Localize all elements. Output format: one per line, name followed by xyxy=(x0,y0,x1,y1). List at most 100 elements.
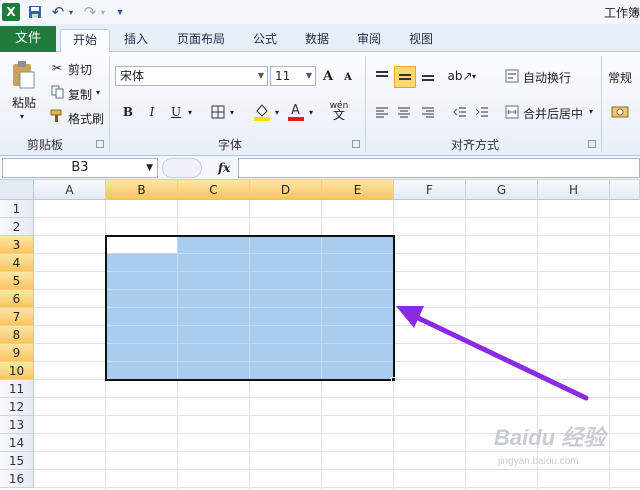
italic-button[interactable]: I xyxy=(142,102,162,122)
grow-font-icon[interactable]: A xyxy=(320,66,336,86)
wrap-text-icon[interactable] xyxy=(504,68,520,84)
row-header-13[interactable]: 13 xyxy=(0,416,34,434)
row-header-14[interactable]: 14 xyxy=(0,434,34,452)
orientation-dropdown-icon[interactable]: ▾ xyxy=(470,68,478,84)
redo-dropdown-icon[interactable]: ▾ xyxy=(99,3,107,21)
svg-text:A: A xyxy=(291,103,300,118)
alignment-launcher-icon[interactable] xyxy=(588,140,596,148)
align-middle-icon[interactable] xyxy=(394,66,416,88)
tab-insert[interactable]: 插入 xyxy=(116,29,156,52)
tab-page-layout[interactable]: 页面布局 xyxy=(168,29,234,52)
group-separator xyxy=(601,56,602,152)
cut-button[interactable]: 剪切 xyxy=(68,61,92,78)
font-name-combo[interactable]: 宋体 ▼ xyxy=(115,66,268,86)
row-header-2[interactable]: 2 xyxy=(0,218,34,236)
insert-function-icon[interactable]: fx xyxy=(218,158,234,178)
shrink-font-icon[interactable]: A xyxy=(340,68,356,86)
merge-center-button[interactable]: 合并后居中 xyxy=(523,105,583,122)
merge-center-icon[interactable] xyxy=(504,104,520,120)
align-bottom-icon[interactable] xyxy=(418,66,438,86)
increase-indent-icon[interactable] xyxy=(472,102,492,122)
align-center-icon[interactable] xyxy=(394,102,414,122)
column-header-a[interactable]: A xyxy=(34,180,106,200)
save-icon[interactable] xyxy=(26,3,44,21)
underline-button[interactable]: U xyxy=(166,102,186,122)
align-top-icon[interactable] xyxy=(372,66,392,86)
font-size-combo[interactable]: 11 ▼ xyxy=(270,66,316,86)
clipboard-launcher-icon[interactable] xyxy=(96,140,104,148)
font-size-value: 11 xyxy=(275,69,291,83)
align-left-icon[interactable] xyxy=(372,102,392,122)
row-header-1[interactable]: 1 xyxy=(0,200,34,218)
orientation-icon[interactable]: ab↗ xyxy=(447,66,472,86)
row-header-12[interactable]: 12 xyxy=(0,398,34,416)
font-name-value: 宋体 xyxy=(120,69,145,83)
column-header-f[interactable]: F xyxy=(394,180,466,200)
copy-dropdown-icon[interactable]: ▾ xyxy=(96,88,100,97)
copy-button[interactable]: 复制 xyxy=(68,86,92,103)
formula-bar-splitter[interactable] xyxy=(162,158,202,178)
row-header-11[interactable]: 11 xyxy=(0,380,34,398)
format-painter-button[interactable]: 格式刷 xyxy=(68,110,104,127)
tab-review[interactable]: 审阅 xyxy=(348,29,390,52)
font-launcher-icon[interactable] xyxy=(352,140,360,148)
tab-home[interactable]: 开始 xyxy=(60,29,110,52)
font-color-icon[interactable]: A xyxy=(286,100,306,122)
paste-dropdown-icon[interactable]: ▾ xyxy=(20,112,24,121)
column-header-b[interactable]: B xyxy=(106,180,178,200)
fill-handle[interactable] xyxy=(391,377,396,382)
row-gridline xyxy=(34,217,640,218)
number-format-combo[interactable]: 常规 xyxy=(608,69,632,86)
align-right-icon[interactable] xyxy=(418,102,438,122)
row-header-8[interactable]: 8 xyxy=(0,326,34,344)
column-header-e[interactable]: E xyxy=(322,180,394,200)
excel-app-icon[interactable]: X xyxy=(2,3,20,21)
fill-color-icon[interactable] xyxy=(252,100,272,122)
paste-button[interactable]: 粘贴 xyxy=(12,94,36,111)
tab-data[interactable]: 数据 xyxy=(296,29,338,52)
borders-dropdown-icon[interactable]: ▾ xyxy=(228,104,236,120)
decrease-indent-icon[interactable] xyxy=(450,102,470,122)
chevron-down-icon: ▼ xyxy=(146,163,153,173)
wrap-text-button[interactable]: 自动换行 xyxy=(523,69,571,86)
tab-view[interactable]: 视图 xyxy=(400,29,442,52)
column-header-c[interactable]: C xyxy=(178,180,250,200)
name-box[interactable]: B3 ▼ xyxy=(2,158,158,178)
watermark-logo: Baidu 经验 xyxy=(494,425,606,450)
column-header-g[interactable]: G xyxy=(466,180,538,200)
row-header-9[interactable]: 9 xyxy=(0,344,34,362)
underline-dropdown-icon[interactable]: ▾ xyxy=(186,104,194,120)
borders-icon[interactable] xyxy=(208,102,228,122)
column-header-h[interactable]: H xyxy=(538,180,610,200)
row-header-16[interactable]: 16 xyxy=(0,470,34,488)
tab-file[interactable]: 文件 xyxy=(0,26,56,52)
row-header-6[interactable]: 6 xyxy=(0,290,34,308)
fill-color-dropdown-icon[interactable]: ▾ xyxy=(273,104,281,120)
customize-quick-access-icon[interactable]: ▾ xyxy=(114,3,126,21)
tab-formulas[interactable]: 公式 xyxy=(244,29,286,52)
row-header-4[interactable]: 4 xyxy=(0,254,34,272)
copy-icon[interactable] xyxy=(50,84,64,100)
ribbon: 粘贴 ▾ ✂ 剪切 复制 ▾ 格式刷 剪贴板 宋体 ▼ 11 ▼ A A B I U… xyxy=(0,52,640,156)
row-header-5[interactable]: 5 xyxy=(0,272,34,290)
column-header-d[interactable]: D xyxy=(250,180,322,200)
phonetic-guide-button[interactable]: wén 文 xyxy=(326,98,352,124)
paste-icon[interactable] xyxy=(8,58,38,92)
font-color-dropdown-icon[interactable]: ▾ xyxy=(307,104,315,120)
row-header-3[interactable]: 3 xyxy=(0,236,34,254)
row-gridline xyxy=(34,487,640,488)
row-header-10[interactable]: 10 xyxy=(0,362,34,380)
bold-button[interactable]: B xyxy=(118,102,138,122)
undo-icon[interactable]: ↶ xyxy=(50,3,66,21)
undo-dropdown-icon[interactable]: ▾ xyxy=(67,3,75,21)
row-header-15[interactable]: 15 xyxy=(0,452,34,470)
format-painter-icon[interactable] xyxy=(50,108,64,124)
row-header-7[interactable]: 7 xyxy=(0,308,34,326)
select-all-button[interactable] xyxy=(0,180,34,200)
redo-icon[interactable]: ↷ xyxy=(82,3,98,21)
cut-icon[interactable]: ✂ xyxy=(50,60,64,76)
column-header-partial[interactable] xyxy=(610,180,640,200)
accounting-format-icon[interactable] xyxy=(608,102,632,122)
formula-input[interactable] xyxy=(238,158,640,178)
merge-center-dropdown-icon[interactable]: ▾ xyxy=(589,107,593,116)
